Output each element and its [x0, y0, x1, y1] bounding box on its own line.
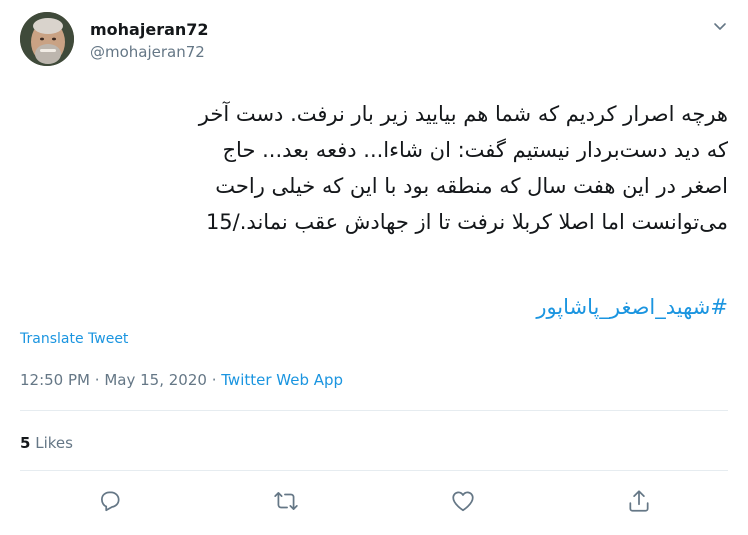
tweet-actions [0, 488, 748, 518]
tweet-source-link[interactable]: Twitter Web App [221, 371, 343, 389]
hashtag-link[interactable]: #شهید_اصغر_پاشاپور [20, 289, 728, 325]
tweet-text-line: که دید دست‌بردار نیستیم گفت: ان شاءا... … [222, 138, 729, 162]
divider [20, 410, 728, 411]
meta-separator: · [211, 371, 217, 389]
likes-number: 5 [20, 434, 31, 452]
likes-count[interactable]: 5 Likes [20, 434, 73, 452]
tweet-time[interactable]: 12:50 PM [20, 371, 90, 389]
likes-label: Likes [35, 434, 73, 452]
translate-tweet-link[interactable]: Translate Tweet [20, 331, 128, 347]
tweet-text-line: اصغر در این هفت سال که منطقه بود با این … [215, 174, 728, 198]
tweet-text-line: هرچه اصرار کردیم که شما هم بیایید زیر با… [198, 102, 728, 126]
tweet-meta: 12:50 PM · May 15, 2020 · Twitter Web Ap… [20, 371, 343, 389]
share-icon[interactable] [626, 488, 652, 514]
user-handle[interactable]: @mohajeran72 [90, 42, 209, 62]
avatar[interactable] [20, 12, 74, 66]
meta-separator: · [94, 371, 100, 389]
tweet-header: mohajeran72 @mohajeran72 [20, 12, 736, 72]
divider [20, 470, 728, 471]
heart-icon[interactable] [450, 488, 476, 514]
user-names: mohajeran72 @mohajeran72 [90, 20, 209, 62]
reply-icon[interactable] [97, 488, 123, 514]
chevron-down-icon[interactable] [712, 18, 728, 34]
tweet-date[interactable]: May 15, 2020 [104, 371, 207, 389]
display-name[interactable]: mohajeran72 [90, 20, 209, 40]
tweet-text: هرچه اصرار کردیم که شما هم بیایید زیر با… [20, 96, 728, 240]
retweet-icon[interactable] [273, 488, 299, 514]
tweet-text-line: می‌توانست اما اصلا کربلا نرفت تا از جهاد… [205, 210, 728, 234]
